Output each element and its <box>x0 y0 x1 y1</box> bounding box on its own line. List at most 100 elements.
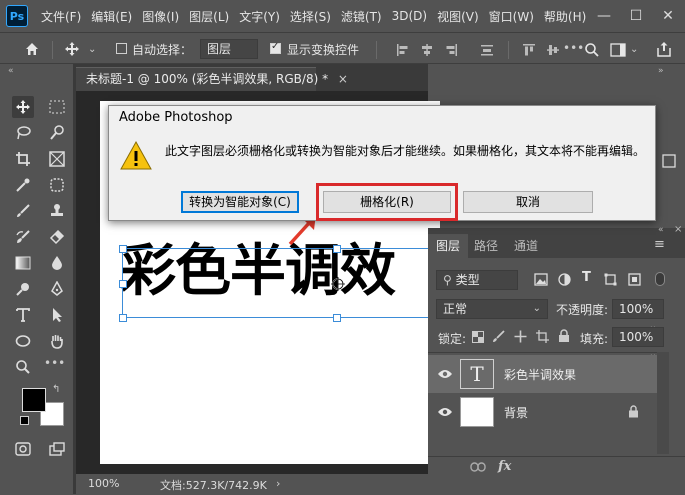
menu-select[interactable]: 选择(S) <box>285 8 336 25</box>
workspace-icon[interactable] <box>610 43 626 57</box>
reference-point-icon[interactable] <box>330 276 346 292</box>
menu-filter[interactable]: 滤镜(T) <box>336 8 387 25</box>
tab-paths[interactable]: 路径 <box>474 234 498 258</box>
chevron-down-icon[interactable]: ⌄ <box>630 44 638 55</box>
crop-tool[interactable] <box>12 148 34 170</box>
menu-layer[interactable]: 图层(L) <box>184 8 234 25</box>
align-left-icon[interactable] <box>396 43 410 57</box>
swap-colors-icon[interactable]: ↰ <box>52 384 60 395</box>
filter-type-icon[interactable]: T <box>582 270 591 285</box>
type-tool[interactable] <box>12 304 34 326</box>
menu-window[interactable]: 窗口(W) <box>484 8 539 25</box>
rasterize-button[interactable]: 栅格化(R) <box>323 191 451 213</box>
layer-name[interactable]: 彩色半调效果 <box>504 366 576 383</box>
align-center-icon[interactable] <box>420 43 434 57</box>
lock-artboard-icon[interactable] <box>536 330 549 343</box>
status-arrow-icon[interactable]: › <box>276 477 280 490</box>
path-selection-tool[interactable] <box>46 304 68 326</box>
layer-row-background[interactable]: 背景 <box>428 393 657 431</box>
close-window-button[interactable]: ✕ <box>658 6 678 26</box>
lock-transparent-icon[interactable] <box>472 331 484 343</box>
lock-pixels-icon[interactable] <box>492 330 505 343</box>
blend-mode-dropdown[interactable]: 正常 ⌄ <box>436 299 548 319</box>
more-options[interactable]: ••• <box>563 41 584 55</box>
move-tool-icon[interactable] <box>62 39 82 59</box>
default-colors-icon[interactable] <box>20 416 29 425</box>
filter-toggle[interactable] <box>655 272 665 286</box>
history-brush-tool[interactable] <box>12 226 34 248</box>
brush-tool[interactable] <box>12 200 34 222</box>
fx-icon[interactable]: fx <box>498 459 511 474</box>
zoom-level[interactable]: 100% <box>88 477 119 490</box>
transform-handle[interactable] <box>333 314 341 322</box>
lock-position-icon[interactable] <box>514 330 527 343</box>
panel-icon[interactable] <box>662 154 676 168</box>
transform-handle[interactable] <box>119 314 127 322</box>
menu-help[interactable]: 帮助(H) <box>539 8 591 25</box>
filter-adjustment-icon[interactable] <box>558 273 571 286</box>
filter-smart-object-icon[interactable] <box>628 273 641 286</box>
minimize-button[interactable]: — <box>594 6 614 26</box>
menu-type[interactable]: 文字(Y) <box>234 8 285 25</box>
eraser-tool[interactable] <box>46 226 68 248</box>
fill-field[interactable]: 100% ⌄ <box>612 327 664 360</box>
search-icon[interactable] <box>584 42 600 58</box>
layer-lock-icon[interactable] <box>628 405 639 418</box>
transform-handle[interactable] <box>119 245 127 253</box>
blur-tool[interactable] <box>46 252 68 274</box>
distribute-icon[interactable] <box>480 43 494 57</box>
cancel-button[interactable]: 取消 <box>463 191 593 213</box>
hand-tool[interactable] <box>46 330 68 352</box>
foreground-color-swatch[interactable] <box>22 388 46 412</box>
more-tools-icon[interactable]: ••• <box>44 356 65 370</box>
chevron-down-icon[interactable]: ⌄ <box>88 44 96 55</box>
panel-menu-icon[interactable]: ≡ <box>654 237 665 252</box>
eyedropper-tool[interactable] <box>12 174 34 196</box>
convert-smart-object-button[interactable]: 转换为智能对象(C) <box>181 191 299 213</box>
document-info[interactable]: 文档:527.3K/742.9K <box>160 477 267 493</box>
align-top-icon[interactable] <box>522 43 536 57</box>
tab-channels[interactable]: 通道 <box>514 234 538 258</box>
zoom-tool[interactable] <box>12 356 34 378</box>
menu-edit[interactable]: 编辑(E) <box>86 8 137 25</box>
ellipse-tool[interactable] <box>12 330 34 352</box>
layers-scrollbar[interactable] <box>657 352 669 454</box>
layer-row-text[interactable]: T 彩色半调效果 <box>428 355 657 393</box>
move-tool[interactable] <box>12 96 34 118</box>
menu-view[interactable]: 视图(V) <box>432 8 484 25</box>
tab-close-icon[interactable]: × <box>338 72 348 86</box>
screen-mode-icon[interactable] <box>46 438 68 460</box>
transform-bounding-box[interactable] <box>122 248 440 318</box>
marquee-tool[interactable] <box>46 96 68 118</box>
visibility-eye-icon[interactable] <box>437 368 453 380</box>
filter-pixel-icon[interactable] <box>534 273 548 286</box>
lock-all-icon[interactable] <box>558 329 570 343</box>
expand-icon[interactable]: » <box>658 66 664 76</box>
pen-tool[interactable] <box>46 278 68 300</box>
tab-layers[interactable]: 图层 <box>428 234 468 258</box>
home-icon[interactable] <box>22 39 42 59</box>
maximize-button[interactable]: ☐ <box>626 6 646 26</box>
opacity-field[interactable]: 100% ⌄ <box>612 299 664 332</box>
layer-filter-dropdown[interactable]: ⚲ 类型 <box>436 270 518 290</box>
stamp-tool[interactable] <box>46 200 68 222</box>
gradient-tool[interactable] <box>12 252 34 274</box>
collapse-icon[interactable]: « <box>8 66 14 76</box>
healing-brush-tool[interactable] <box>46 174 68 196</box>
transform-handle[interactable] <box>333 245 341 253</box>
document-tab[interactable]: 未标题-1 @ 100% (彩色半调效果, RGB/8) * × <box>76 67 348 91</box>
align-right-icon[interactable] <box>444 43 458 57</box>
menu-file[interactable]: 文件(F) <box>36 8 86 25</box>
auto-select-checkbox[interactable] <box>116 43 127 57</box>
quick-mask-icon[interactable] <box>12 438 34 460</box>
lasso-tool[interactable] <box>12 122 34 144</box>
layer-name[interactable]: 背景 <box>504 404 528 421</box>
align-middle-icon[interactable] <box>546 43 560 57</box>
share-icon[interactable] <box>656 41 672 57</box>
frame-tool[interactable] <box>46 148 68 170</box>
transform-handle[interactable] <box>119 280 127 288</box>
auto-select-target-dropdown[interactable]: 图层 <box>200 39 258 59</box>
menu-3d[interactable]: 3D(D) <box>387 9 432 23</box>
quick-select-tool[interactable] <box>46 122 68 144</box>
dodge-tool[interactable] <box>12 278 34 300</box>
